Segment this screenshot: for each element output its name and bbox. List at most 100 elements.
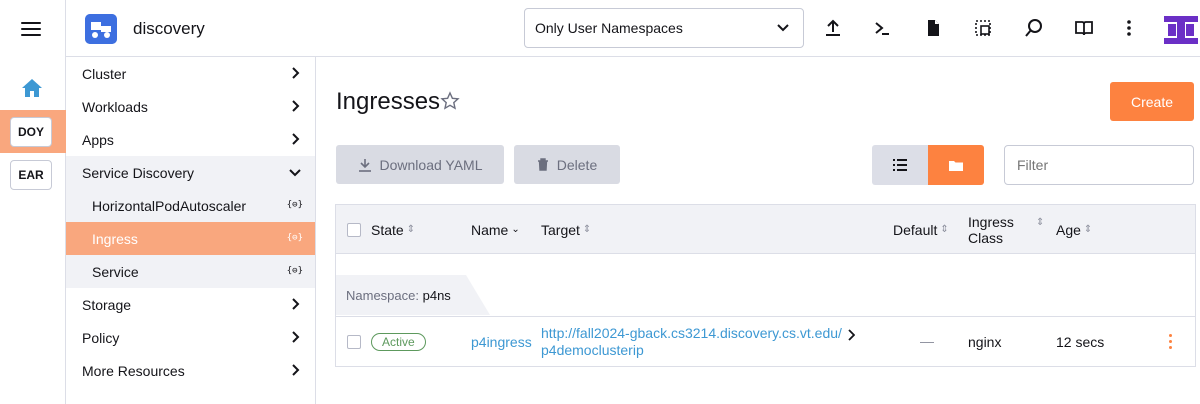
nav-policy[interactable]: Policy (66, 321, 315, 354)
nav-label: Workloads (82, 98, 148, 115)
nav-label: Policy (82, 329, 120, 346)
more-vertical-icon[interactable] (1118, 17, 1140, 39)
chevron-right-icon (292, 67, 300, 79)
delete-label: Delete (556, 156, 598, 173)
sort-icon: ⇕ (940, 224, 949, 235)
namespace-select-value: Only User Namespaces (535, 20, 683, 36)
ingress-table: State ⇕ Name ⌄ Target ⇕ Default ⇕ Ingress Cl… (335, 204, 1196, 367)
chevron-down-icon (289, 169, 301, 177)
sort-icon: ⇕ (1083, 224, 1093, 235)
column-label: Age (1056, 222, 1081, 238)
default-value: — (920, 333, 934, 349)
namespace-select[interactable]: Only User Namespaces (524, 8, 804, 48)
download-icon (358, 158, 371, 172)
chevron-right-icon (292, 100, 300, 112)
list-icon (893, 159, 907, 171)
nav-horizontal-pod-autoscaler[interactable]: HorizontalPodAutoscaler {⊖} (66, 189, 315, 222)
nav-label: Apps (82, 131, 114, 148)
cluster-badge-doy[interactable]: DOY (10, 117, 52, 147)
file-icon[interactable] (922, 17, 944, 39)
target-url: http://fall2024-gback.cs3214.discovery.c… (541, 325, 842, 341)
column-label-line2: Class (968, 230, 1004, 246)
terminal-icon[interactable] (871, 17, 893, 39)
chevron-right-icon (292, 364, 300, 376)
ingress-class-value: nginx (968, 334, 1002, 350)
nav-label: Cluster (82, 65, 127, 82)
group-label-prefix: Namespace: (346, 288, 419, 303)
user-avatar[interactable] (1162, 12, 1200, 48)
nav-service-discovery[interactable]: Service Discovery (66, 156, 315, 189)
download-yaml-button[interactable]: Download YAML (336, 145, 504, 184)
chevron-down-icon (777, 24, 789, 32)
target-service: p4democlusterip (541, 342, 644, 358)
group-label-value: p4ns (422, 288, 451, 303)
nav-more-resources[interactable]: More Resources (66, 354, 315, 387)
flat-list-view-button[interactable] (872, 145, 928, 185)
column-label-line1: Ingress (968, 214, 1014, 230)
main-content: Ingresses Create Download YAML Delete St… (316, 57, 1200, 404)
sort-icon: ⇕ (406, 224, 416, 235)
nav-ingress[interactable]: Ingress {⊖} (66, 222, 315, 255)
column-ingress-class[interactable]: Ingress Class (968, 214, 1014, 246)
select-all-checkbox[interactable] (347, 223, 361, 237)
ingress-target-link[interactable]: http://fall2024-gback.cs3214.discovery.c… (541, 325, 842, 359)
sort-descending-icon: ⌄ (511, 224, 520, 235)
nav-service[interactable]: Service {⊖} (66, 255, 315, 288)
ingress-name-link[interactable]: p4ingress (471, 334, 532, 350)
nav-label: Service Discovery (82, 164, 195, 181)
age-value: 12 secs (1056, 334, 1105, 350)
folder-icon (949, 160, 963, 171)
star-icon[interactable] (440, 91, 460, 111)
column-name[interactable]: Name ⌄ (471, 222, 520, 238)
trash-icon (537, 158, 548, 171)
nav-apps[interactable]: Apps (66, 123, 315, 156)
nav-label: More Resources (82, 362, 185, 379)
sort-icon: ⇕ (582, 224, 592, 235)
cluster-badge-ear[interactable]: EAR (10, 160, 52, 190)
delete-button[interactable]: Delete (514, 145, 620, 184)
cluster-rail: DOY EAR (0, 0, 66, 404)
status-badge: Active (371, 333, 426, 351)
nav-storage[interactable]: Storage (66, 288, 315, 321)
column-label: State (371, 222, 404, 238)
view-toggle (872, 145, 984, 185)
menu-icon[interactable] (21, 22, 41, 38)
column-label: Target (541, 222, 580, 238)
namespaced-icon: {⊖} (286, 200, 303, 210)
table-row[interactable]: Active p4ingress http://fall2024-gback.c… (336, 316, 1195, 366)
row-actions-icon[interactable] (1169, 334, 1173, 350)
table-header: State ⇕ Name ⌄ Target ⇕ Default ⇕ Ingress Cl… (336, 205, 1195, 254)
namespace-group-label: Namespace: p4ns (336, 275, 490, 315)
chevron-right-icon[interactable] (847, 329, 855, 341)
home-icon[interactable] (21, 78, 43, 98)
chevron-right-icon (292, 331, 300, 343)
side-navigation: Cluster Workloads Apps Service Discovery… (66, 57, 316, 404)
filter-input[interactable] (1004, 145, 1194, 185)
column-label: Name (471, 222, 509, 238)
column-target[interactable]: Target ⇕ (541, 222, 591, 238)
copy-config-icon[interactable] (972, 17, 994, 39)
namespaced-icon: {⊖} (286, 233, 303, 243)
column-default[interactable]: Default ⇕ (893, 222, 949, 238)
create-button[interactable]: Create (1110, 82, 1194, 121)
column-label: Default (893, 222, 938, 238)
nav-workloads[interactable]: Workloads (66, 90, 315, 123)
top-header: discovery Only User Namespaces (66, 0, 1200, 57)
sort-icon: ⇕ (1036, 217, 1045, 228)
upload-icon[interactable] (822, 17, 844, 39)
column-age[interactable]: Age ⇕ (1056, 222, 1092, 238)
nav-label: Storage (82, 296, 132, 313)
nav-cluster[interactable]: Cluster (66, 57, 315, 90)
page-title: Ingresses (336, 88, 441, 115)
column-state[interactable]: State ⇕ (371, 222, 415, 238)
cluster-logo-icon (85, 14, 117, 44)
namespaced-icon: {⊖} (286, 266, 303, 276)
nav-label: Service (92, 263, 139, 280)
docs-icon[interactable] (1073, 17, 1095, 39)
chevron-right-icon (292, 133, 300, 145)
search-icon[interactable] (1023, 17, 1045, 39)
group-by-namespace-button[interactable] (928, 145, 984, 185)
row-checkbox[interactable] (347, 335, 361, 349)
chevron-right-icon (292, 298, 300, 310)
nav-label: HorizontalPodAutoscaler (92, 197, 247, 214)
